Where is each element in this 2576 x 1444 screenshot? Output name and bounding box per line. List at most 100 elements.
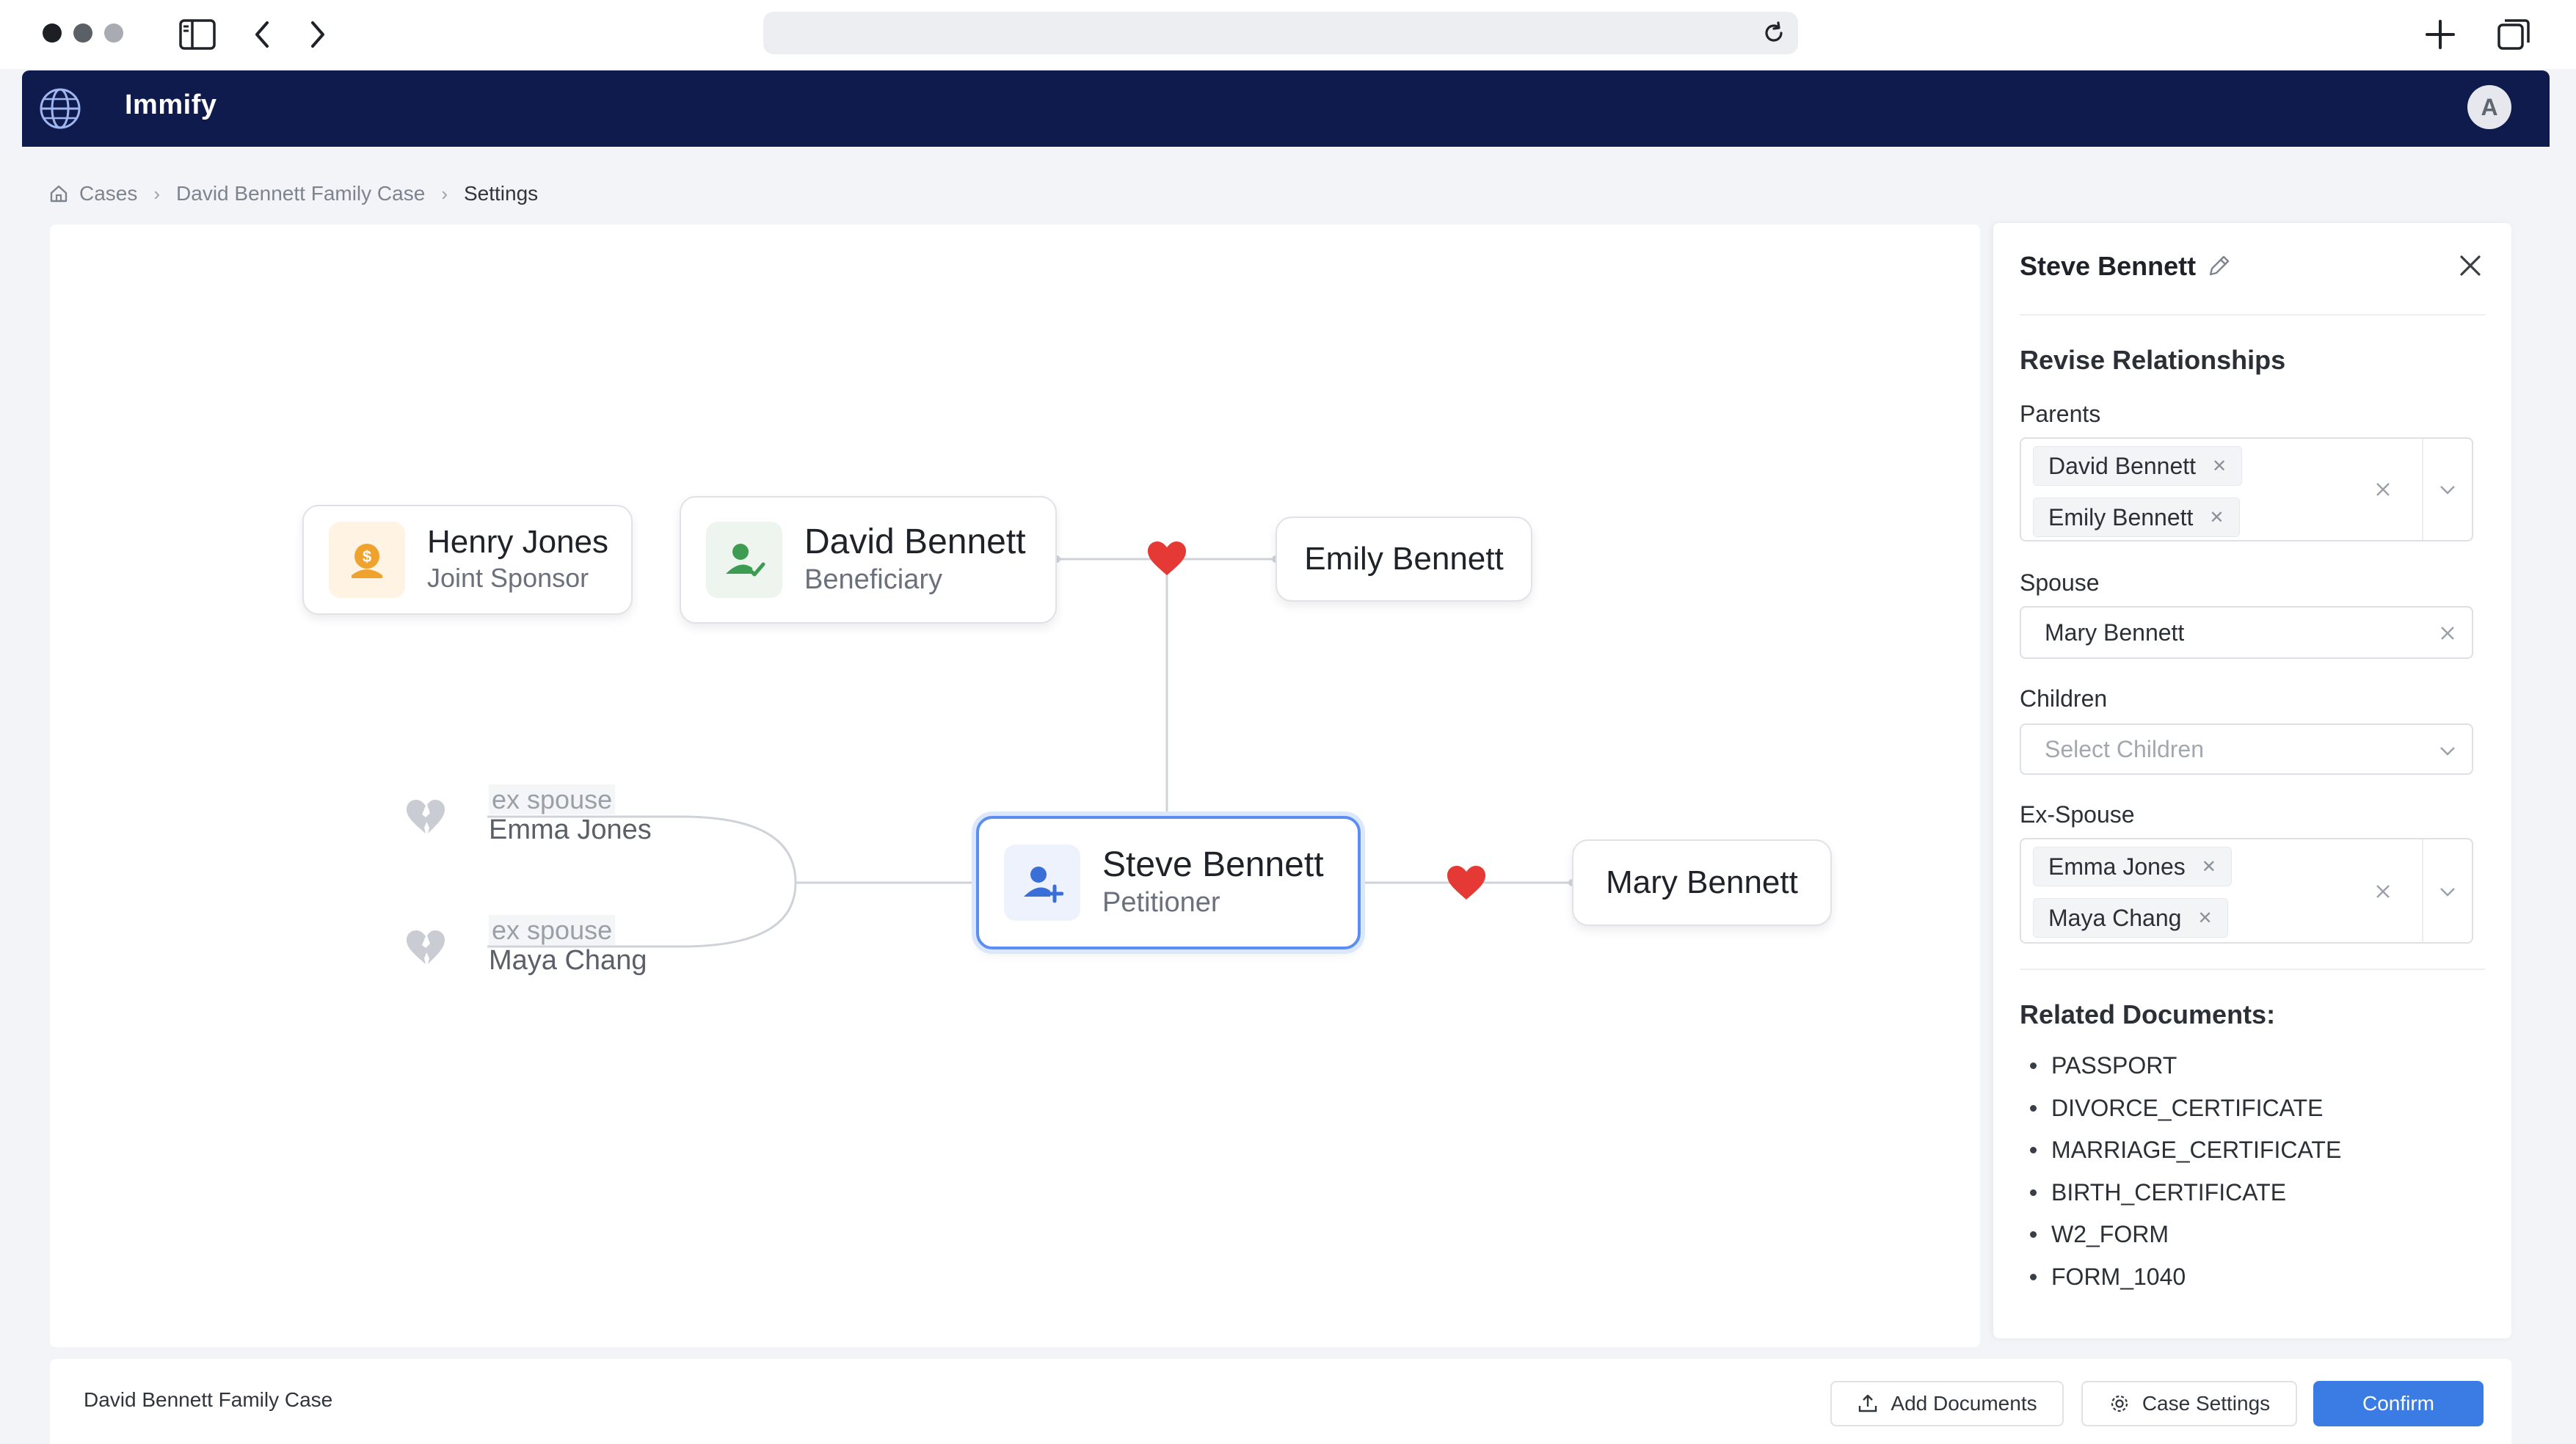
panel-title: Steve Bennett: [2020, 251, 2197, 281]
breadcrumb-case[interactable]: David Bennett Family Case: [176, 182, 425, 205]
ex-spouse-label: ex spouse: [489, 784, 616, 814]
reload-icon[interactable]: [1760, 19, 1788, 47]
node-name: Mary Bennett: [1606, 864, 1798, 900]
document-item[interactable]: FORM_1040: [2030, 1256, 2341, 1299]
tag-label: Emma Jones: [2048, 853, 2186, 880]
document-item[interactable]: W2_FORM: [2030, 1214, 2341, 1256]
parent-tag[interactable]: David Bennett ✕: [2033, 446, 2243, 486]
chevron-down-icon[interactable]: [2437, 880, 2459, 902]
document-item[interactable]: BIRTH_CERTIFICATE: [2030, 1172, 2341, 1214]
children-placeholder: Select Children: [2045, 736, 2204, 762]
bullet: [2030, 1104, 2037, 1112]
parents-select[interactable]: David Bennett ✕ Emily Bennett ✕: [2020, 437, 2473, 542]
svg-text:$: $: [363, 547, 371, 566]
bullet: [2030, 1189, 2037, 1196]
divider: [2422, 839, 2423, 942]
document-name: PASSPORT: [2051, 1052, 2177, 1079]
confirm-button[interactable]: Confirm: [2313, 1381, 2484, 1426]
breadcrumb-current: Settings: [463, 182, 539, 205]
home-icon[interactable]: [48, 183, 69, 204]
section-title: Revise Relationships: [2020, 345, 2286, 375]
pencil-icon[interactable]: [2206, 252, 2233, 279]
new-tab-icon[interactable]: [2420, 15, 2460, 54]
back-icon[interactable]: [242, 15, 282, 54]
footer-bar: David Bennett Family Case Add Documents …: [50, 1359, 2511, 1444]
dollar-person-icon: $: [329, 522, 405, 598]
children-select[interactable]: Select Children: [2020, 723, 2473, 775]
window-minimize-dot[interactable]: [73, 23, 92, 43]
tabs-overview-icon[interactable]: [2494, 15, 2533, 54]
node-name: David Bennett: [804, 522, 1026, 561]
address-bar[interactable]: [763, 12, 1798, 54]
upload-icon: [1859, 1394, 1877, 1412]
confirm-label: Confirm: [2362, 1392, 2434, 1415]
relationship-graph-canvas[interactable]: $ Henry Jones Joint Sponsor David Bennet…: [50, 225, 1980, 1347]
node-role: Joint Sponsor: [427, 562, 589, 593]
node-mary-bennett[interactable]: Mary Bennett: [1572, 839, 1832, 926]
node-name: Henry Jones: [427, 524, 609, 561]
spouse-label: Spouse: [2020, 569, 2100, 596]
breadcrumb-separator-icon: ›: [441, 182, 448, 205]
sidebar-toggle-icon[interactable]: [178, 15, 217, 54]
avatar[interactable]: A: [2467, 85, 2511, 129]
ex-spouse-maya-chang[interactable]: ex spouse Maya Chang: [489, 915, 647, 976]
ex-spouse-name: Emma Jones: [489, 814, 652, 845]
document-item[interactable]: PASSPORT: [2030, 1045, 2341, 1087]
window-maximize-dot[interactable]: [104, 23, 123, 43]
document-name: MARRIAGE_CERTIFICATE: [2051, 1137, 2342, 1163]
breadcrumb-cases[interactable]: Cases: [79, 182, 137, 205]
node-role: Beneficiary: [804, 564, 942, 595]
relationship-panel: Steve Bennett Revise Relationships Paren…: [1993, 223, 2511, 1338]
ex-spouse-tag[interactable]: Emma Jones ✕: [2033, 847, 2232, 886]
document-name: FORM_1040: [2051, 1263, 2186, 1290]
forward-icon[interactable]: [298, 15, 338, 54]
browser-chrome: [0, 0, 2576, 69]
heart-icon: [1447, 866, 1485, 900]
spouse-select[interactable]: Mary Bennett: [2020, 606, 2473, 659]
ex-spouse-emma-jones[interactable]: ex spouse Emma Jones: [489, 784, 652, 845]
tag-remove-icon[interactable]: ✕: [2202, 856, 2216, 878]
chevron-down-icon[interactable]: [2437, 740, 2459, 762]
bullet: [2030, 1273, 2037, 1280]
divider: [2020, 969, 2485, 970]
tag-remove-icon[interactable]: ✕: [2212, 456, 2227, 477]
document-item[interactable]: DIVORCE_CERTIFICATE: [2030, 1087, 2341, 1130]
node-henry-jones[interactable]: $ Henry Jones Joint Sponsor: [302, 505, 633, 615]
ex-spouse-select[interactable]: Emma Jones ✕ Maya Chang ✕: [2020, 838, 2473, 944]
ex-spouse-label: Ex-Spouse: [2020, 801, 2135, 828]
bullet: [2030, 1062, 2037, 1070]
ex-spouse-tag[interactable]: Maya Chang ✕: [2033, 898, 2228, 938]
parents-label: Parents: [2020, 401, 2101, 427]
node-emily-bennett[interactable]: Emily Bennett: [1276, 517, 1532, 602]
node-david-bennett[interactable]: David Bennett Beneficiary: [680, 496, 1057, 624]
bullet: [2030, 1231, 2037, 1239]
clear-icon[interactable]: [2372, 880, 2394, 902]
app-header: Immify A: [22, 70, 2550, 147]
tag-label: David Bennett: [2048, 452, 2197, 479]
tag-label: Maya Chang: [2048, 904, 2182, 931]
chevron-down-icon[interactable]: [2437, 478, 2459, 500]
close-icon[interactable]: [2456, 251, 2485, 280]
tag-remove-icon[interactable]: ✕: [2197, 908, 2212, 929]
broken-heart-icon: [407, 800, 445, 834]
brand-name[interactable]: Immify: [125, 90, 217, 121]
add-documents-button[interactable]: Add Documents: [1830, 1381, 2064, 1426]
node-name: Emily Bennett: [1304, 540, 1504, 577]
divider: [2422, 439, 2423, 540]
parent-tag[interactable]: Emily Bennett ✕: [2033, 497, 2240, 537]
node-steve-bennett[interactable]: Steve Bennett Petitioner: [976, 816, 1361, 949]
clear-icon[interactable]: [2372, 478, 2394, 500]
spouse-value: Mary Bennett: [2045, 619, 2185, 646]
add-documents-label: Add Documents: [1891, 1392, 2037, 1415]
globe-logo-icon[interactable]: [38, 87, 82, 131]
document-item[interactable]: MARRIAGE_CERTIFICATE: [2030, 1129, 2341, 1172]
footer-case-name: David Bennett Family Case: [84, 1388, 333, 1411]
tag-remove-icon[interactable]: ✕: [2209, 507, 2224, 528]
heart-icon: [1148, 542, 1186, 575]
node-role: Petitioner: [1102, 886, 1220, 918]
case-settings-button[interactable]: Case Settings: [2081, 1381, 2297, 1426]
document-name: W2_FORM: [2051, 1221, 2169, 1247]
children-label: Children: [2020, 685, 2108, 712]
clear-icon[interactable]: [2437, 622, 2459, 644]
window-close-dot[interactable]: [43, 23, 62, 43]
